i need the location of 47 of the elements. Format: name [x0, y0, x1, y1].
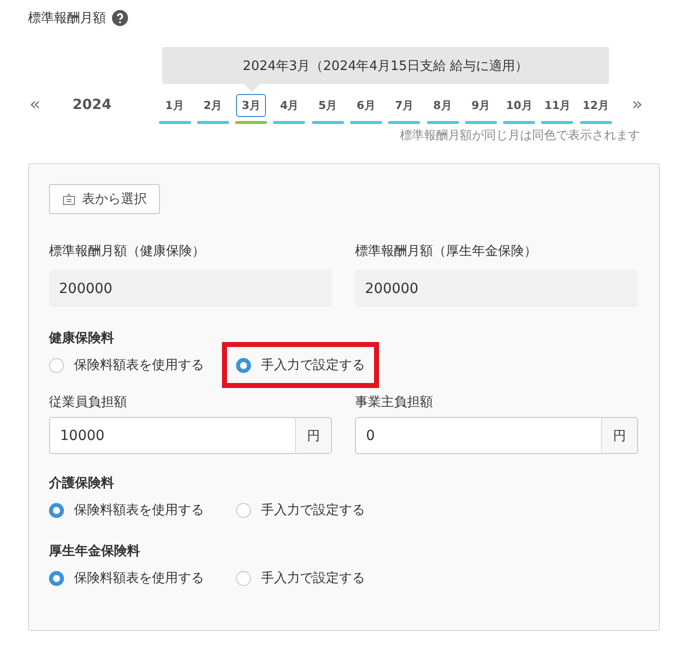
radio-label[interactable]: 手入力で設定する	[261, 501, 365, 519]
radio-label[interactable]: 保険料額表を使用する	[74, 356, 204, 374]
tooltip: 2024年3月（2024年4月15日支給 給与に適用）	[162, 47, 609, 84]
month-tab[interactable]: 7月	[389, 94, 420, 117]
radio-button[interactable]	[236, 502, 251, 518]
readonly-field: 200000	[49, 270, 332, 307]
note-text: 標準報酬月額が同じ月は同色で表示されます	[400, 127, 640, 144]
next-year-button[interactable]: »	[630, 94, 644, 116]
month-tab[interactable]: 4月	[274, 94, 304, 117]
month-tab[interactable]: 6月	[350, 94, 381, 117]
month-tab[interactable]: 9月	[466, 94, 496, 117]
month-tab[interactable]: 12月	[580, 94, 611, 117]
radio-button[interactable]	[49, 570, 64, 586]
previous-year-button[interactable]: «	[28, 94, 42, 116]
year-label: 2024	[72, 96, 112, 115]
amount-field[interactable]: 10000	[49, 417, 296, 454]
radio-label[interactable]: 手入力で設定する	[261, 356, 365, 374]
radio-button[interactable]	[49, 502, 64, 518]
unit-addon: 円	[296, 417, 332, 454]
select-from-table-button[interactable]: 表から選択	[49, 184, 160, 214]
field-label: 標準報酬月額（厚生年金保険）	[355, 243, 538, 261]
month-tab[interactable]: 2月	[198, 94, 228, 117]
month-tab[interactable]: 11月	[542, 94, 572, 117]
radio-button[interactable]	[236, 570, 251, 586]
section-label: 介護保険料	[49, 475, 115, 492]
month-tab[interactable]: 10月	[504, 94, 534, 117]
section-label: 健康保険料	[49, 330, 115, 347]
month-tab[interactable]: 1月	[160, 94, 190, 117]
month-tab[interactable]: 3月	[236, 94, 266, 117]
unit-addon: 円	[602, 417, 638, 454]
radio-label[interactable]: 保険料額表を使用する	[74, 501, 204, 519]
help-icon[interactable]	[112, 10, 128, 26]
radio-button[interactable]	[49, 358, 64, 372]
field-label: 従業員負担額	[49, 394, 128, 412]
clipboard-icon	[62, 192, 76, 206]
amount-field[interactable]: 0	[355, 417, 602, 454]
month-tab[interactable]: 5月	[312, 94, 343, 117]
section-label: 厚生年金保険料	[49, 543, 141, 560]
month-tab[interactable]: 8月	[428, 94, 458, 117]
tooltip-pointer	[244, 84, 260, 92]
readonly-field: 200000	[355, 270, 638, 307]
section-title: 標準報酬月額	[28, 10, 106, 27]
field-label: 事業主負担額	[355, 394, 434, 412]
radio-label[interactable]: 手入力で設定する	[261, 569, 365, 587]
radio-button[interactable]	[236, 358, 251, 372]
field-label: 標準報酬月額（健康保険）	[49, 243, 206, 261]
radio-label[interactable]: 保険料額表を使用する	[74, 569, 204, 587]
